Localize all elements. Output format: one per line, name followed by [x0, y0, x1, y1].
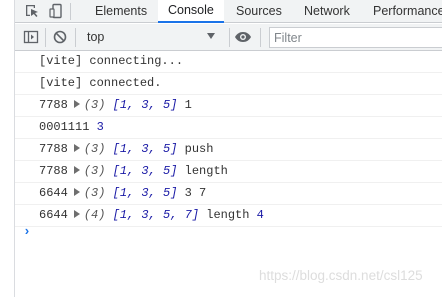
watermark: https://blog.csdn.net/csl125 [259, 268, 423, 283]
number-value: 4 [256, 208, 264, 222]
message-text: [vite] connecting... [39, 54, 184, 68]
array-length[interactable]: (4) [84, 208, 106, 222]
console-message: 6644 (3) [1, 3, 5] 3 7 [15, 183, 442, 205]
context-selector[interactable]: top [87, 30, 104, 44]
number-value: 3 [96, 120, 104, 134]
console-message: 6644 (4) [1, 3, 5, 7] length 4 [15, 205, 442, 227]
tab-elements[interactable]: Elements [95, 0, 147, 23]
console-message: 7788 (3) [1, 3, 5] 1 [15, 95, 442, 117]
message-text: [vite] connected. [39, 76, 162, 90]
console-message: 0001111 3 [15, 117, 442, 139]
tab-console[interactable]: Console [158, 0, 224, 23]
expand-arrow-icon[interactable] [73, 100, 80, 108]
console-message: 7788 (3) [1, 3, 5] push [15, 139, 442, 161]
expand-arrow-icon[interactable] [73, 144, 80, 152]
message-text: 1 [184, 98, 192, 112]
message-text: 7788 [39, 164, 68, 178]
message-text: 0001111 [39, 120, 90, 134]
expand-arrow-icon[interactable] [73, 166, 80, 174]
console-message: [vite] connecting... [15, 51, 442, 73]
show-sidebar-icon[interactable] [23, 29, 39, 45]
toolbar-separator [260, 28, 261, 47]
clear-console-icon[interactable] [52, 29, 68, 45]
console-message: 7788 (3) [1, 3, 5] length [15, 161, 442, 183]
devtools-tab-bar: Elements Console Sources Network Perform… [15, 0, 442, 23]
array-preview[interactable]: [1, 3, 5] [113, 186, 178, 200]
message-text: 7788 [39, 142, 68, 156]
array-preview[interactable]: [1, 3, 5] [113, 142, 178, 156]
tab-network[interactable]: Network [304, 0, 350, 23]
inspect-element-icon[interactable] [24, 3, 40, 19]
device-toolbar-icon[interactable] [49, 3, 65, 19]
tab-performance[interactable]: Performance [373, 0, 442, 23]
message-text: 7788 [39, 98, 68, 112]
message-text: 6644 [39, 208, 68, 222]
console-prompt[interactable]: › [23, 224, 31, 239]
tab-sources[interactable]: Sources [236, 0, 282, 23]
array-length[interactable]: (3) [84, 186, 106, 200]
console-toolbar: top [15, 24, 442, 51]
message-text: push [184, 142, 214, 156]
console-output: [vite] connecting... [vite] connected. 7… [15, 51, 442, 227]
tab-bar-separator [70, 3, 71, 20]
chevron-down-icon[interactable] [207, 33, 215, 39]
array-length[interactable]: (3) [84, 164, 106, 178]
message-text: 3 7 [184, 186, 207, 200]
message-text: length [184, 164, 228, 178]
toolbar-separator [229, 28, 230, 47]
array-length[interactable]: (3) [84, 98, 106, 112]
array-preview[interactable]: [1, 3, 5, 7] [113, 208, 199, 222]
console-message: [vite] connected. [15, 73, 442, 95]
message-text: length [206, 208, 250, 222]
expand-arrow-icon[interactable] [73, 188, 80, 196]
toolbar-separator [45, 28, 46, 47]
left-panel-edge [0, 0, 15, 297]
eye-icon[interactable] [234, 29, 252, 45]
expand-arrow-icon[interactable] [73, 210, 80, 218]
devtools-panel: Elements Console Sources Network Perform… [15, 0, 442, 297]
filter-input[interactable] [269, 27, 442, 48]
array-preview[interactable]: [1, 3, 5] [113, 98, 178, 112]
toolbar-separator [75, 28, 76, 47]
array-length[interactable]: (3) [84, 142, 106, 156]
message-text: 6644 [39, 186, 68, 200]
array-preview[interactable]: [1, 3, 5] [113, 164, 178, 178]
